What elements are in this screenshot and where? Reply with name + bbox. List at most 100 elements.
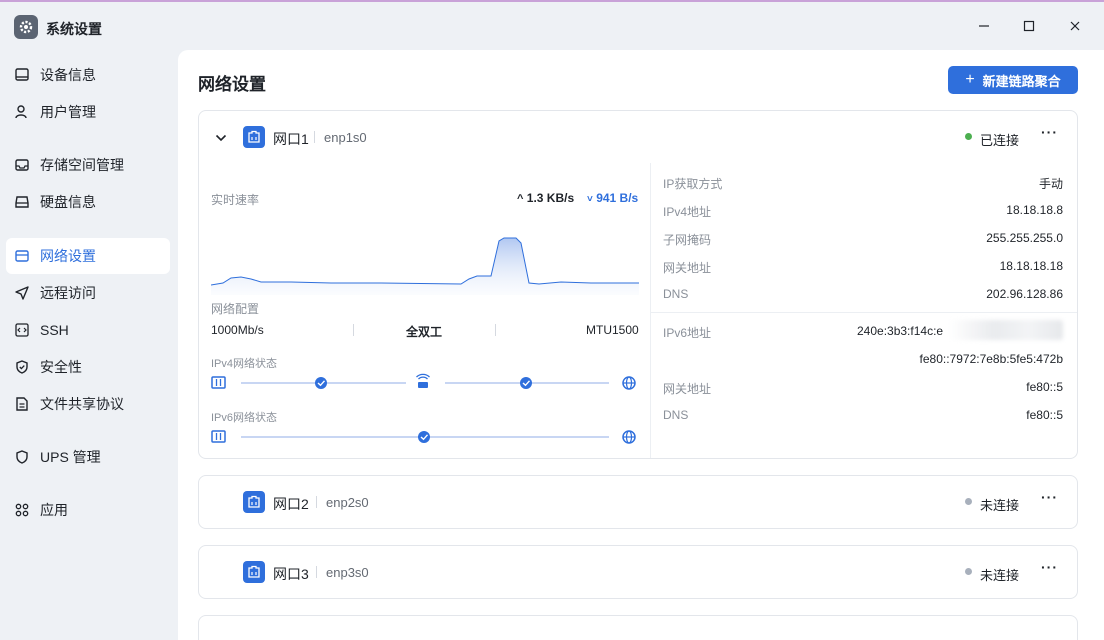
shield-icon [14, 449, 30, 465]
gateway-label: 网关地址 [663, 261, 712, 275]
subnet-mask-label: 子网掩码 [663, 233, 712, 247]
ip-method-value: 手动 [1038, 177, 1063, 191]
user-icon [14, 104, 30, 120]
header-divider [316, 496, 317, 508]
ipv4-status-label: IPv4网络状态 [211, 358, 278, 370]
sidebar-item-storage[interactable]: 存储空间管理 [6, 147, 170, 183]
ipv6-address-2: fe80::7972:7e8b:5fe5:472b [919, 352, 1063, 366]
send-icon [14, 285, 30, 301]
sidebar-item-ssh[interactable]: SSH [6, 312, 170, 348]
system-settings-window: 系统设置 设备信息 用户管理 存储空间管理 硬盘信息 网络设置 远程访问 SSH… [0, 0, 1104, 640]
ethernet-port-icon [243, 491, 265, 513]
sidebar-item-label: 安全性 [40, 359, 82, 375]
port-name: 网口2 [273, 496, 309, 512]
more-options-icon[interactable]: ··· [1041, 559, 1058, 575]
code-icon [14, 322, 30, 338]
ip-method-label: IP获取方式 [663, 177, 723, 191]
redacted-blur [949, 320, 1063, 340]
port-device: enp2s0 [326, 495, 369, 510]
ipv6-dns-label: DNS [663, 408, 689, 422]
maximize-button[interactable] [1017, 14, 1041, 38]
config-divider [353, 324, 354, 336]
ipv-section-divider [651, 312, 1077, 313]
status-badge: 未连接 [980, 568, 1020, 583]
ethernet-port-icon [243, 126, 265, 148]
sidebar-item-label: 存储空间管理 [40, 157, 124, 173]
monitor-icon [14, 67, 30, 83]
port-device: enp1s0 [324, 130, 367, 145]
sidebar-item-apps[interactable]: 应用 [6, 492, 170, 528]
dns-label: DNS [663, 287, 689, 301]
column-divider [650, 163, 651, 458]
sidebar: 设备信息 用户管理 存储空间管理 硬盘信息 网络设置 远程访问 SSH 安全性 [0, 52, 178, 640]
more-options-icon[interactable]: ··· [1041, 124, 1058, 140]
port-card-3[interactable]: 网口3 enp3s0 未连接 ··· [198, 545, 1078, 599]
subnet-mask-value: 255.255.255.0 [986, 231, 1063, 245]
sidebar-item-network-settings[interactable]: 网络设置 [6, 238, 170, 274]
gateway-value: 18.18.18.18 [999, 259, 1063, 273]
download-speed: ˅ 941 B/s [587, 191, 639, 205]
sidebar-item-ups[interactable]: UPS 管理 [6, 439, 170, 475]
port-card-2[interactable]: 网口2 enp2s0 未连接 ··· [198, 475, 1078, 529]
status-dot-connected [965, 133, 972, 140]
sidebar-item-device-info[interactable]: 设备信息 [6, 57, 170, 93]
duplex-mode: 全双工 [406, 325, 443, 339]
status-dot-disconnected [965, 498, 972, 505]
port-name: 网口3 [273, 566, 309, 582]
ethernet-icon [211, 376, 226, 389]
sidebar-item-label: 网络设置 [40, 248, 96, 264]
title-bar: 系统设置 [0, 2, 1104, 50]
chevron-down-icon[interactable] [215, 131, 227, 149]
sidebar-item-label: 硬盘信息 [40, 194, 96, 210]
network-config-label: 网络配置 [211, 302, 260, 316]
ethernet-port-icon [243, 561, 265, 583]
arrow-up-icon: ^ [517, 193, 524, 205]
port-details: 实时速率 ^ 1.3 KB/s ˅ 941 B/s 网络配置 1000Mb/s … [199, 163, 1077, 458]
document-icon [14, 396, 30, 412]
sidebar-item-file-sharing[interactable]: 文件共享协议 [6, 386, 170, 422]
upload-speed: ^ 1.3 KB/s [517, 191, 575, 205]
close-button[interactable] [1063, 14, 1087, 38]
sidebar-item-label: 远程访问 [40, 285, 96, 301]
page-title: 网络设置 [198, 75, 266, 94]
main-panel: 网络设置 + 新建链路聚合 网口1 enp1s0 已连接 ··· 实时速率 ^ … [178, 50, 1104, 640]
sidebar-item-remote-access[interactable]: 远程访问 [6, 275, 170, 311]
ipv4-address-value: 18.18.18.8 [1006, 203, 1063, 217]
plus-icon: + [965, 71, 975, 88]
ipv4-address-label: IPv4地址 [663, 205, 712, 219]
new-link-aggregation-button[interactable]: + 新建链路聚合 [948, 66, 1078, 94]
header-divider [316, 566, 317, 578]
sidebar-item-label: UPS 管理 [40, 449, 101, 465]
link-speed: 1000Mb/s [211, 323, 264, 337]
ipv6-dns-value: fe80::5 [1026, 408, 1063, 422]
port-card-1: 网口1 enp1s0 已连接 ··· 实时速率 ^ 1.3 KB/s ˅ 941 [198, 110, 1078, 459]
port-name: 网口1 [273, 131, 309, 147]
port-card-header[interactable]: 网口1 enp1s0 已连接 ··· [199, 111, 1077, 163]
realtime-speed-label: 实时速率 [211, 193, 260, 207]
ipv6-address-1: 240e:3b3:f14c:e [857, 324, 944, 338]
globe-icon [622, 376, 636, 390]
dns-value: 202.96.128.86 [986, 287, 1063, 301]
apps-grid-icon [14, 502, 30, 518]
ipv4-status-path [211, 373, 636, 390]
sidebar-item-user-management[interactable]: 用户管理 [6, 94, 170, 130]
more-options-icon[interactable]: ··· [1041, 489, 1058, 505]
settings-gear-icon [14, 15, 38, 39]
port-card-partial [198, 615, 1078, 640]
sidebar-item-label: 用户管理 [40, 104, 96, 120]
sidebar-item-disk-info[interactable]: 硬盘信息 [6, 184, 170, 220]
port-device: enp3s0 [326, 565, 369, 580]
speed-line [211, 237, 639, 286]
shield-check-icon [14, 359, 30, 375]
storage-icon [14, 157, 30, 173]
config-divider [495, 324, 496, 336]
ipv6-address-label: IPv6地址 [663, 326, 712, 340]
disk-icon [14, 194, 30, 210]
minimize-button[interactable] [972, 14, 996, 38]
speed-area [211, 238, 639, 295]
router-icon [416, 373, 430, 388]
sidebar-item-security[interactable]: 安全性 [6, 349, 170, 385]
sidebar-item-label: SSH [40, 322, 69, 338]
ipv6-gateway-label: 网关地址 [663, 382, 712, 396]
sidebar-item-label: 应用 [40, 502, 68, 518]
